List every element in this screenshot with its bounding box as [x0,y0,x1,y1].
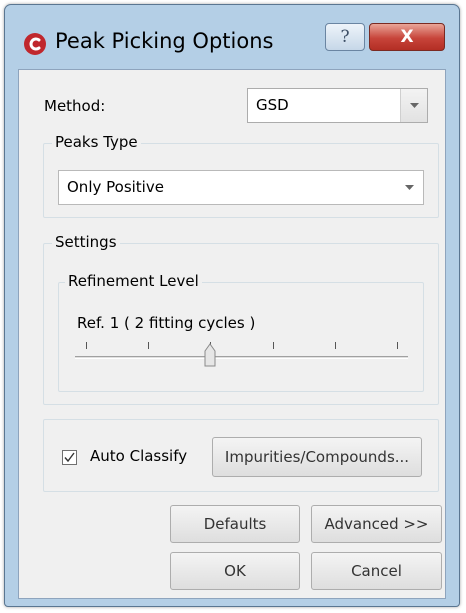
settings-group-label: Settings [52,233,120,251]
peaks-type-group: Peaks Type Only Positive [43,133,439,218]
refinement-level-group: Refinement Level Ref. 1 ( 2 fitting cycl… [58,272,424,392]
defaults-button[interactable]: Defaults [170,505,300,543]
refinement-level-text: Ref. 1 ( 2 fitting cycles ) [77,314,256,332]
peaks-type-dropdown-button[interactable] [396,171,423,204]
cancel-button[interactable]: Cancel [311,552,442,590]
help-icon: ? [340,27,350,47]
method-label: Method: [44,97,106,115]
peaks-type-select[interactable]: Only Positive [58,170,424,205]
chevron-down-icon [409,102,419,108]
slider-tick [148,342,149,349]
title-bar[interactable]: Peak Picking Options ? X [5,5,459,69]
chevron-down-icon [405,184,414,190]
checkmark-icon [64,452,75,463]
dialog-client-area: Method: GSD Peaks Type Only Positive Set… [18,69,446,599]
classify-group: Auto Classify Impurities/Compounds... [43,419,439,492]
slider-track [75,356,408,359]
method-dropdown-button[interactable] [400,89,427,122]
slider-tick [335,342,336,349]
dialog-window: Peak Picking Options ? X Method: GSD Pea… [4,4,460,607]
ok-button[interactable]: OK [170,552,300,590]
close-icon: X [400,27,414,47]
method-select-value: GSD [256,96,289,114]
help-button[interactable]: ? [325,23,365,51]
settings-group: Settings Refinement Level Ref. 1 ( 2 fit… [43,233,439,405]
auto-classify-label[interactable]: Auto Classify [90,447,187,465]
close-button[interactable]: X [369,23,445,51]
slider-tick [397,342,398,349]
refinement-level-slider[interactable] [75,338,411,378]
auto-classify-checkbox[interactable] [62,450,77,465]
slider-tick [273,342,274,349]
slider-tick [86,342,87,349]
method-select[interactable]: GSD [247,88,428,123]
advanced-button[interactable]: Advanced >> [311,505,442,543]
window-title: Peak Picking Options [55,29,274,53]
impurities-compounds-button[interactable]: Impurities/Compounds... [212,437,422,477]
app-logo-icon [24,33,46,55]
refinement-level-group-label: Refinement Level [65,272,202,290]
peaks-type-select-value: Only Positive [67,178,164,196]
slider-thumb[interactable] [204,343,216,367]
peaks-type-group-label: Peaks Type [52,133,141,151]
